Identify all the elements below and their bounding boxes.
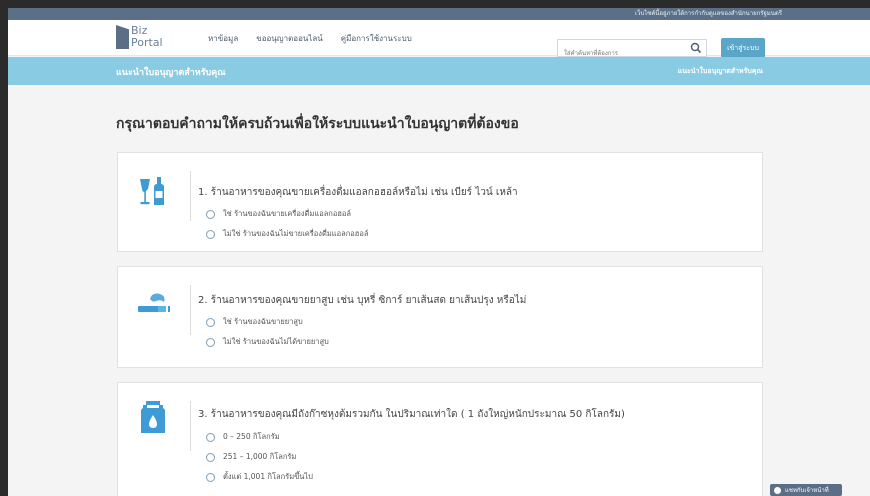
card-divider (190, 401, 191, 451)
top-info-bar: เว็บไซต์นี้อยู่ภายใต้การกำกับดูแลของสำนั… (8, 8, 870, 20)
chat-icon (774, 486, 781, 494)
radio-button[interactable] (206, 209, 215, 219)
nav-online-permit[interactable]: ขออนุญาตออนไลน์ (256, 32, 323, 45)
card-divider (190, 285, 191, 335)
page-heading: กรุณาตอบคำถามให้ครบถ้วนเพื่อให้ระบบแนะนำ… (116, 116, 519, 132)
bizportal-logo[interactable]: Biz Portal (116, 24, 176, 52)
logo-text-line2: Portal (131, 36, 163, 49)
option-label: ใช่ ร้านของฉันขายเครื่องดื่มแอลกอฮอล์ (223, 209, 352, 218)
nav-manual[interactable]: คู่มือการใช้งานระบบ (341, 32, 412, 45)
breadcrumb[interactable]: แนะนำใบอนุญาตสำหรับคุณ (678, 66, 763, 77)
option-0-250[interactable]: 0 – 250 กิโลกรัม (206, 431, 280, 443)
top-info-text: เว็บไซต์นี้อยู่ภายใต้การกำกับดูแลของสำนั… (635, 10, 782, 17)
chat-label: แชทกับเจ้าหน้าที่ (785, 487, 829, 494)
option-label: 0 – 250 กิโลกรัม (223, 432, 280, 441)
option-label: ไม่ใช่ ร้านของฉันไม่ได้ขายยาสูบ (223, 337, 329, 346)
option-251-1000[interactable]: 251 – 1,000 กิโลกรัม (206, 451, 296, 463)
option-no[interactable]: ไม่ใช่ ร้านของฉันไม่ได้ขายยาสูบ (206, 336, 329, 348)
option-label: ใช่ ร้านของฉันขายยาสูบ (223, 317, 303, 326)
option-label: ไม่ใช่ ร้านของฉันไม่ขายเครื่องดื่มแอลกอฮ… (223, 229, 369, 238)
radio-button[interactable] (206, 452, 215, 462)
radio-button[interactable] (206, 317, 215, 327)
question-card-1: 1. ร้านอาหารของคุณขายเครื่องดื่มแอลกอฮอล… (117, 152, 763, 252)
gas-tank-icon (141, 401, 165, 433)
question-card-2: 2. ร้านอาหารของคุณขายยาสูบ เช่น บุหรี่ ซ… (117, 266, 763, 368)
alcohol-icon (140, 177, 164, 205)
option-yes[interactable]: ใช่ ร้านของฉันขายยาสูบ (206, 316, 303, 328)
cigarette-icon (138, 293, 170, 312)
page: เว็บไซต์นี้อยู่ภายใต้การกำกับดูแลของสำนั… (8, 8, 870, 496)
radio-button[interactable] (206, 432, 215, 442)
radio-button[interactable] (206, 337, 215, 347)
question-text: 2. ร้านอาหารของคุณขายยาสูบ เช่น บุหรี่ ซ… (198, 295, 527, 306)
option-label: 251 – 1,000 กิโลกรัม (223, 452, 297, 461)
question-text: 3. ร้านอาหารของคุณมีถังก๊าซหุงต้มรวมกัน … (198, 409, 625, 420)
chat-button[interactable]: แชทกับเจ้าหน้าที่ (770, 484, 842, 496)
login-button[interactable]: เข้าสู่ระบบ (721, 38, 765, 58)
question-text: 1. ร้านอาหารของคุณขายเครื่องดื่มแอลกอฮอล… (198, 187, 518, 198)
search-box (557, 39, 707, 62)
logo-mark-icon (116, 25, 129, 49)
option-yes[interactable]: ใช่ ร้านของฉันขายเครื่องดื่มแอลกอฮอล์ (206, 208, 351, 220)
question-card-3: 3. ร้านอาหารของคุณมีถังก๊าซหุงต้มรวมกัน … (117, 382, 763, 496)
radio-button[interactable] (206, 472, 215, 482)
banner-title: แนะนำใบอนุญาตสำหรับคุณ (116, 68, 226, 78)
nav-find-info[interactable]: หาข้อมูล (208, 32, 238, 45)
card-divider (190, 171, 191, 221)
search-icon[interactable] (690, 42, 702, 54)
option-label: ตั้งแต่ 1,001 กิโลกรัมขึ้นไป (223, 472, 313, 481)
page-banner: แนะนำใบอนุญาตสำหรับคุณ แนะนำใบอนุญาตสำหร… (8, 57, 870, 85)
header: Biz Portal หาข้อมูล ขออนุญาตออนไลน์ คู่ม… (8, 20, 870, 62)
radio-button[interactable] (206, 229, 215, 239)
main-nav: หาข้อมูล ขออนุญาตออนไลน์ คู่มือการใช้งาน… (208, 20, 412, 56)
option-1001-plus[interactable]: ตั้งแต่ 1,001 กิโลกรัมขึ้นไป (206, 471, 313, 483)
option-no[interactable]: ไม่ใช่ ร้านของฉันไม่ขายเครื่องดื่มแอลกอฮ… (206, 228, 368, 240)
